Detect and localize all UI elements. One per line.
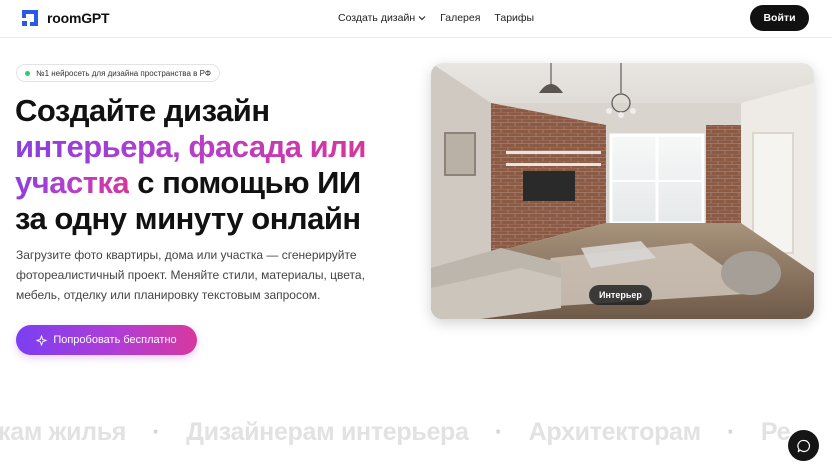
chat-button[interactable] — [788, 430, 819, 461]
marquee-item: Дизайнерам интерьера — [186, 418, 469, 446]
nav-gallery-label: Галерея — [440, 12, 481, 24]
marquee-separator: · — [152, 418, 161, 446]
main-nav: Создать дизайн Галерея Тарифы — [338, 12, 534, 24]
login-button[interactable]: Войти — [750, 5, 809, 31]
headline-line-3-rest: с помощью ИИ — [129, 165, 361, 200]
interior-preview-image — [431, 63, 814, 319]
brand-logo[interactable]: roomGPT — [21, 9, 110, 27]
status-dot — [25, 70, 30, 76]
audience-marquee: кам жилья · Дизайнерам интерьера · Архит… — [0, 418, 832, 452]
hero-headline: Создайте дизайн интерьера, фасада или уч… — [15, 93, 415, 237]
marquee-track: кам жилья · Дизайнерам интерьера · Архит… — [0, 418, 800, 447]
headline-line-2: интерьера, фасада или — [15, 129, 366, 164]
hero-badge: №1 нейросеть для дизайна пространства в … — [16, 64, 220, 82]
nav-pricing[interactable]: Тарифы — [494, 12, 534, 24]
try-free-label: Попробовать бесплатно — [53, 334, 177, 346]
site-header: roomGPT Создать дизайн Галерея Тарифы Во… — [0, 0, 832, 38]
headline-line-3-highlight: участка — [15, 165, 130, 200]
marquee-item: кам жилья — [0, 418, 127, 446]
sparkle-icon — [36, 334, 48, 346]
nav-create-design[interactable]: Создать дизайн — [338, 12, 426, 24]
headline-line-1: Создайте дизайн — [15, 93, 270, 128]
hero-description: Загрузите фото квартиры, дома или участк… — [16, 248, 365, 302]
marquee-item: Архитекторам — [528, 418, 701, 446]
headline-line-4: за одну минуту онлайн — [15, 201, 361, 236]
logo-icon — [22, 10, 38, 26]
brand-name: roomGPT — [47, 10, 110, 26]
try-free-button[interactable]: Попробовать бесплатно — [16, 325, 197, 355]
nav-gallery[interactable]: Галерея — [440, 12, 480, 24]
chat-bubble-icon — [796, 439, 810, 452]
marquee-separator: · — [494, 418, 503, 446]
marquee-separator: · — [726, 418, 735, 446]
nav-create-design-label: Создать дизайн — [338, 12, 416, 24]
nav-pricing-label: Тарифы — [494, 12, 535, 24]
preview-category-badge[interactable]: Интерьер — [589, 285, 652, 305]
hero-badge-text: №1 нейросеть для дизайна пространства в … — [36, 68, 211, 78]
chevron-down-icon — [418, 16, 426, 21]
